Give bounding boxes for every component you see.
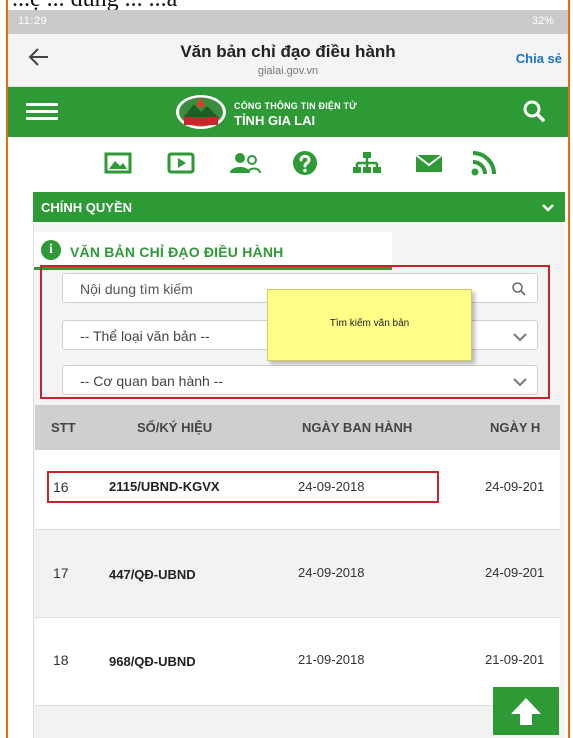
row-code: 447/QĐ-UBND <box>109 567 196 582</box>
frame-border-right <box>568 0 573 738</box>
row-highlight-box <box>47 471 439 503</box>
arrow-up-icon <box>511 698 541 725</box>
portal-title: TỈNH GIA LAI <box>234 113 316 128</box>
callout-note: Tìm kiếm văn bản <box>267 289 472 361</box>
table-row <box>35 706 560 738</box>
row-code: 968/QĐ-UBND <box>109 654 196 669</box>
portal-subtitle: CỔNG THÔNG TIN ĐIỆN TỬ <box>234 101 357 111</box>
mail-icon[interactable] <box>414 149 444 177</box>
image-icon[interactable] <box>103 149 133 177</box>
col-header-issued: NGÀY BAN HÀNH <box>302 420 413 435</box>
col-header-effective: NGÀY H <box>490 420 541 435</box>
status-time: 11:29 <box>18 15 48 27</box>
col-header-stt: STT <box>51 420 76 435</box>
scroll-to-top-button[interactable] <box>493 687 559 735</box>
title-bar: Văn bản chỉ đạo điều hành gialai.gov.vn … <box>8 34 568 87</box>
video-icon[interactable] <box>166 149 196 177</box>
chevron-down-icon <box>541 200 555 214</box>
category-dropdown[interactable]: CHÍNH QUYỀN <box>33 192 565 222</box>
sitemap-icon[interactable] <box>352 149 382 177</box>
page-title: Văn bản chỉ đạo điều hành <box>180 42 396 61</box>
portal-header: CỔNG THÔNG TIN ĐIỆN TỬ TỈNH GIA LAI <box>8 87 568 137</box>
row-effective: 24-09-201 <box>485 479 545 494</box>
row-issued: 21-09-2018 <box>298 652 365 667</box>
page-domain: gialai.gov.vn <box>257 65 319 77</box>
row-effective: 24-09-201 <box>485 565 545 580</box>
search-icon[interactable] <box>522 99 546 123</box>
row-issued: 24-09-2018 <box>298 565 365 580</box>
rss-icon[interactable] <box>470 149 500 177</box>
row-stt: 17 <box>53 565 69 581</box>
info-icon: i <box>41 240 61 260</box>
gia-lai-logo <box>174 94 228 130</box>
frame-border-left <box>0 0 8 738</box>
tab-label: VĂN BẢN CHỈ ĐẠO ĐIỀU HÀNH <box>70 244 284 260</box>
category-label: CHÍNH QUYỀN <box>41 200 133 215</box>
row-effective: 21-09-201 <box>485 652 545 667</box>
battery-level: 32% <box>531 15 554 27</box>
help-icon[interactable] <box>290 149 320 177</box>
quick-links <box>8 137 568 187</box>
table-row[interactable]: 18 968/QĐ-UBND 21-09-2018 21-09-201 <box>35 618 560 706</box>
table-header: STT SỐ/KÝ HIỆU NGÀY BAN HÀNH NGÀY H <box>35 405 560 450</box>
people-icon[interactable] <box>228 149 261 177</box>
table-row[interactable]: 17 447/QĐ-UBND 24-09-2018 24-09-201 <box>35 530 560 618</box>
col-header-code: SỐ/KÝ HIỆU <box>137 420 213 435</box>
menu-icon[interactable] <box>26 103 58 121</box>
status-bar: 11:29 32% <box>8 10 568 34</box>
share-button[interactable]: Chia sẻ <box>516 51 562 66</box>
row-stt: 18 <box>53 652 69 668</box>
